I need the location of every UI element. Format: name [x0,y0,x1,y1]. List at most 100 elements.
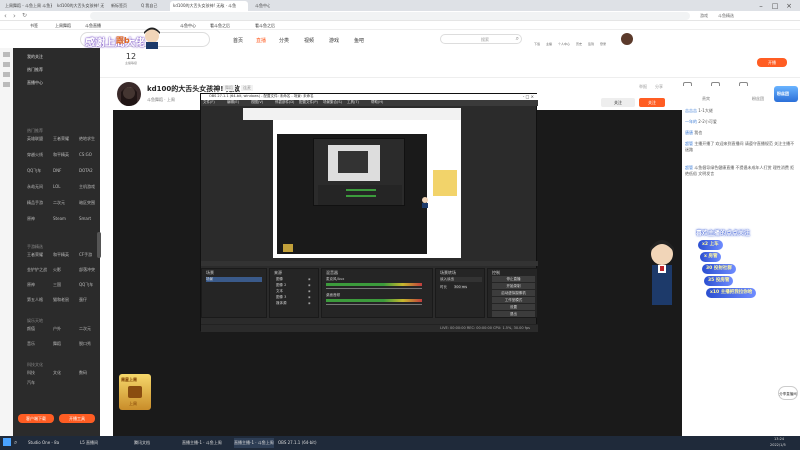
bookmark-item[interactable]: 上周舞蹈 [55,23,71,29]
obs-menu-item[interactable]: 停靠部件(D) [275,100,294,105]
url-input[interactable] [90,12,690,20]
chat-icon[interactable] [3,82,10,87]
search-icon[interactable]: ⌕ [14,439,17,447]
sidebar-item[interactable]: 汽车 [27,380,35,386]
sidebar-item[interactable]: 原神 [27,216,35,222]
obs-duration-input[interactable]: 300 ms [454,285,468,289]
stream-player[interactable]: OBS 27.1.1 (64-bit, windows) - 配置文件: 未命名… [113,93,682,436]
chat-user[interactable]: 超管 [685,141,693,146]
browser-tab[interactable]: 上周舞蹈 - 斗鱼上周 斗鱼直播 [2,1,52,11]
obs-menu-item[interactable]: 文件(F) [203,100,215,105]
eye-icon[interactable]: ◉ [308,301,311,305]
eye-icon[interactable]: ◉ [308,283,311,287]
sidebar-item[interactable]: 猫和老鼠 [53,297,69,303]
sidebar-item-follow[interactable]: 我的关注 [27,54,43,60]
sidebar-item[interactable]: 脱口秀 [79,341,91,347]
minimize-icon[interactable]: – [757,2,765,10]
sidebar-item[interactable]: Smart [79,216,91,221]
obs-control-button[interactable]: 退出 [492,311,535,317]
sidebar-item[interactable]: 二次元 [79,326,91,332]
sidebar-item[interactable]: 和平精英 [53,152,69,158]
browser-tab[interactable]: 新标签页 [108,1,136,11]
sidebar-item[interactable]: CS:GO [79,152,92,157]
obs-window[interactable]: OBS 27.1.1 (64-bit, windows) - 配置文件: 未命名… [200,93,538,332]
sidebar-item[interactable]: 英雄联盟 [27,136,43,142]
sidebar-item[interactable]: 永劫无间 [27,184,43,190]
bookmark-item[interactable]: 看斗鱼之后 [210,23,230,29]
streamer-avatar[interactable] [117,82,141,106]
sidebar-item[interactable]: QQ飞车 [27,168,41,174]
browser-tab[interactable]: kd100的大舌头女孩神! 无敌 · 斗鱼 [54,1,104,11]
bookmark-item[interactable]: 斗鱼中心 [180,23,196,29]
star-icon[interactable] [3,72,10,77]
chat-tab[interactable]: 贵宾 [702,96,710,102]
obs-control-button[interactable]: 开始录制 [492,283,535,289]
sidebar-item[interactable]: 部落冲突 [79,267,95,273]
sidebar-item[interactable]: LOL [53,184,60,189]
sidebar-item[interactable]: 户外 [53,326,61,332]
sidebar-item[interactable]: 主机游戏 [79,184,95,190]
obs-menu-item[interactable]: 场景集合(S) [323,100,342,105]
obs-scene-item[interactable]: 场景 [206,277,262,282]
gift-widget[interactable]: 周星上周 上周 [119,374,151,410]
broadcast-tool-button[interactable]: 开播工具 [59,414,95,423]
sidebar-item[interactable]: 绝地求生 [79,136,95,142]
start-icon[interactable] [3,438,11,446]
obs-source-item[interactable]: 图像 [276,277,283,282]
sidebar-item[interactable]: DOTA2 [79,168,93,173]
sidebar-item[interactable]: DNF [53,168,61,173]
taskbar-item[interactable]: Studio One - 8a [28,438,68,448]
taskbar-item[interactable]: 直播主播-1 · 斗鱼上周 [234,438,274,448]
sidebar-item[interactable]: 和平精英 [53,252,69,258]
sidebar-item[interactable]: 原神 [27,282,35,288]
sidebar-item[interactable]: Steam [53,216,66,221]
sidebar-item[interactable]: 穿越火线 [27,152,43,158]
eye-icon[interactable]: ◉ [308,277,311,281]
address-right-label[interactable]: 斗鱼精选 [718,13,734,19]
eye-icon[interactable]: ◉ [308,289,311,293]
client-download-button[interactable]: 客户端下载 [18,414,54,423]
browser-tab[interactable]: 斗鱼中心 [252,1,270,11]
fans-badge[interactable]: 粉丝团 [774,86,798,102]
sidebar-item[interactable]: 二次元 [53,200,65,206]
list-icon[interactable] [3,62,10,67]
open-broadcast-button[interactable]: 开播 [757,58,787,67]
sidebar-item[interactable]: CF手游 [79,252,92,258]
sidebar-item-hot[interactable]: 热门推荐 [27,67,43,73]
chat-user[interactable]: 吉吉吉 [685,108,697,113]
sidebar-item[interactable]: 文化 [53,370,61,376]
room-tag[interactable]: 连麦 [241,85,253,91]
sidebar-item[interactable]: 金铲铲之战 [27,267,47,273]
sidebar-item[interactable]: 第五人格 [27,297,43,303]
obs-menu-item[interactable]: 视图(V) [251,100,263,105]
sidebar-item[interactable]: 王者荣耀 [27,252,43,258]
sidebar-item[interactable]: 蛋仔 [79,297,87,303]
maximize-icon[interactable]: □ [771,2,779,10]
obs-preview[interactable] [243,108,461,258]
forward-icon[interactable]: › [13,12,16,20]
sidebar-item[interactable]: 精品手游 [27,200,43,206]
refresh-icon[interactable]: ↻ [22,12,27,19]
share-room-button[interactable]: 分享直播间 [778,386,798,400]
obs-control-button[interactable]: 停止直播 [492,276,535,282]
follow-count[interactable]: 关注 [601,98,635,107]
sidebar-item[interactable]: QQ飞车 [79,282,93,288]
follow-button[interactable]: 关注 [639,98,665,107]
taskbar-item[interactable]: 直播主播-1 · 斗鱼上周 [182,438,230,448]
share-link[interactable]: 分享 [655,84,663,90]
obs-volume-slider[interactable] [326,288,422,289]
bookmark-item[interactable]: 书签 [30,23,38,29]
sidebar-item[interactable]: 火影 [53,267,61,273]
chat-user[interactable]: 一年的 [685,119,697,124]
obs-control-button[interactable]: 启动虚拟摄像机 [492,290,535,296]
eye-icon[interactable]: ◉ [308,295,311,299]
obs-menu-item[interactable]: 配置文件(P) [299,100,318,105]
address-right-label[interactable]: 游戏 [700,13,708,19]
obs-control-button[interactable]: 设置 [492,304,535,310]
obs-control-button[interactable]: 工作室模式 [492,297,535,303]
obs-source-item[interactable]: 图像 2 [276,283,286,288]
obs-window-controls[interactable]: - □ × [523,94,534,99]
sidebar-item[interactable]: 暗区突围 [79,200,95,206]
obs-menu-item[interactable]: 工具(T) [347,100,359,105]
obs-transition-select[interactable]: 淡入淡出 [440,277,482,282]
